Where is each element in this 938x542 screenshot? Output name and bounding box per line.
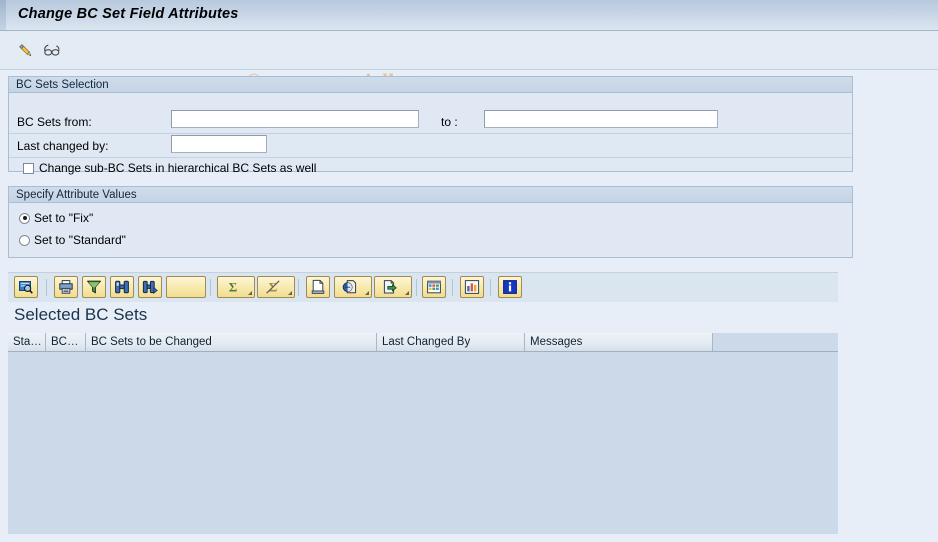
column-header-last-changed-by[interactable]: Last Changed By (377, 333, 525, 351)
toolbar-separator-1 (46, 279, 47, 296)
change-sub-bc-sets-checkbox[interactable] (23, 162, 34, 174)
bc-sets-selection-group: BC Sets Selection BC Sets from: to : Las… (8, 76, 853, 175)
toolbar-separator-5 (452, 279, 453, 296)
radio-set-to-fix-row[interactable]: Set to "Fix" (19, 211, 93, 225)
column-header-messages[interactable]: Messages (525, 333, 713, 351)
find-next-icon[interactable] (138, 276, 162, 298)
pencil-icon[interactable] (16, 41, 36, 61)
print-preview-icon[interactable] (306, 276, 330, 298)
specify-attribute-values-group: Specify Attribute Values Set to "Fix" Se… (8, 186, 853, 258)
filter-icon[interactable] (82, 276, 106, 298)
specify-attribute-values-group-title: Specify Attribute Values (9, 187, 852, 203)
blank-button[interactable] (166, 276, 206, 298)
field-row-divider-2 (9, 157, 852, 158)
glasses-icon[interactable] (42, 41, 62, 61)
grid-body-empty[interactable] (8, 352, 838, 534)
window-title-bar: Change BC Set Field Attributes (0, 0, 938, 31)
radio-set-to-standard[interactable] (19, 234, 30, 246)
last-changed-by-label: Last changed by: (17, 139, 109, 153)
toolbar-separator-2 (210, 279, 211, 296)
subtotal-icon[interactable]: Σ (257, 276, 295, 298)
column-header-status[interactable]: Sta (8, 333, 46, 351)
find-icon[interactable] (110, 276, 134, 298)
radio-set-to-standard-row[interactable]: Set to "Standard" (19, 233, 126, 247)
print-icon[interactable] (54, 276, 78, 298)
bc-sets-selection-group-body: BC Sets from: to : Last changed by: Chan… (9, 93, 852, 175)
bc-sets-to-label: to : (441, 115, 458, 129)
toolbar-separator-4 (416, 279, 417, 296)
toolbar-separator-6 (490, 279, 491, 296)
bc-sets-from-label: BC Sets from: (17, 115, 92, 129)
bc-sets-from-input[interactable] (171, 110, 419, 128)
specify-attribute-values-group-body: Set to "Fix" Set to "Standard" (9, 203, 852, 257)
alv-grid-toolbar: Σ Σ (8, 272, 838, 302)
export-icon[interactable] (374, 276, 412, 298)
details-magnifier-icon[interactable] (14, 276, 38, 298)
grid-title: Selected BC Sets (14, 305, 148, 324)
radio-set-to-standard-label: Set to "Standard" (34, 233, 126, 247)
subtotal-dropdown-caret[interactable] (288, 291, 292, 295)
selected-bc-sets-grid: Sta BC BC Sets to be Changed Last Change… (8, 333, 838, 534)
local-file-dropdown-caret[interactable] (365, 291, 369, 295)
field-row-divider-1 (9, 133, 852, 134)
local-file-icon[interactable] (334, 276, 372, 298)
sum-dropdown-caret[interactable] (248, 291, 252, 295)
column-header-filler (713, 333, 838, 351)
change-sub-bc-sets-checkbox-row[interactable]: Change sub-BC Sets in hierarchical BC Se… (23, 161, 316, 175)
grid-header-row: Sta BC BC Sets to be Changed Last Change… (8, 333, 838, 352)
export-dropdown-caret[interactable] (405, 291, 409, 295)
svg-text:Σ: Σ (229, 280, 238, 295)
last-changed-by-input[interactable] (171, 135, 267, 153)
toolbar-separator-3 (298, 279, 299, 296)
application-toolbar: © www.tutorialkart.com (0, 31, 938, 93)
page-title: Change BC Set Field Attributes (18, 6, 239, 22)
info-icon[interactable] (498, 276, 522, 298)
bc-sets-selection-group-title: BC Sets Selection (9, 77, 852, 93)
graphic-icon[interactable] (460, 276, 484, 298)
bc-sets-to-input[interactable] (484, 110, 718, 128)
layout-grid-icon[interactable] (422, 276, 446, 298)
radio-set-to-fix[interactable] (19, 212, 30, 224)
column-header-bc-sets-to-be-changed[interactable]: BC Sets to be Changed (86, 333, 377, 351)
title-accent-stripe (0, 0, 6, 30)
radio-set-to-fix-label: Set to "Fix" (34, 211, 94, 225)
column-header-bc[interactable]: BC (46, 333, 86, 351)
change-sub-bc-sets-checkbox-label: Change sub-BC Sets in hierarchical BC Se… (39, 161, 317, 175)
sum-icon[interactable]: Σ (217, 276, 255, 298)
